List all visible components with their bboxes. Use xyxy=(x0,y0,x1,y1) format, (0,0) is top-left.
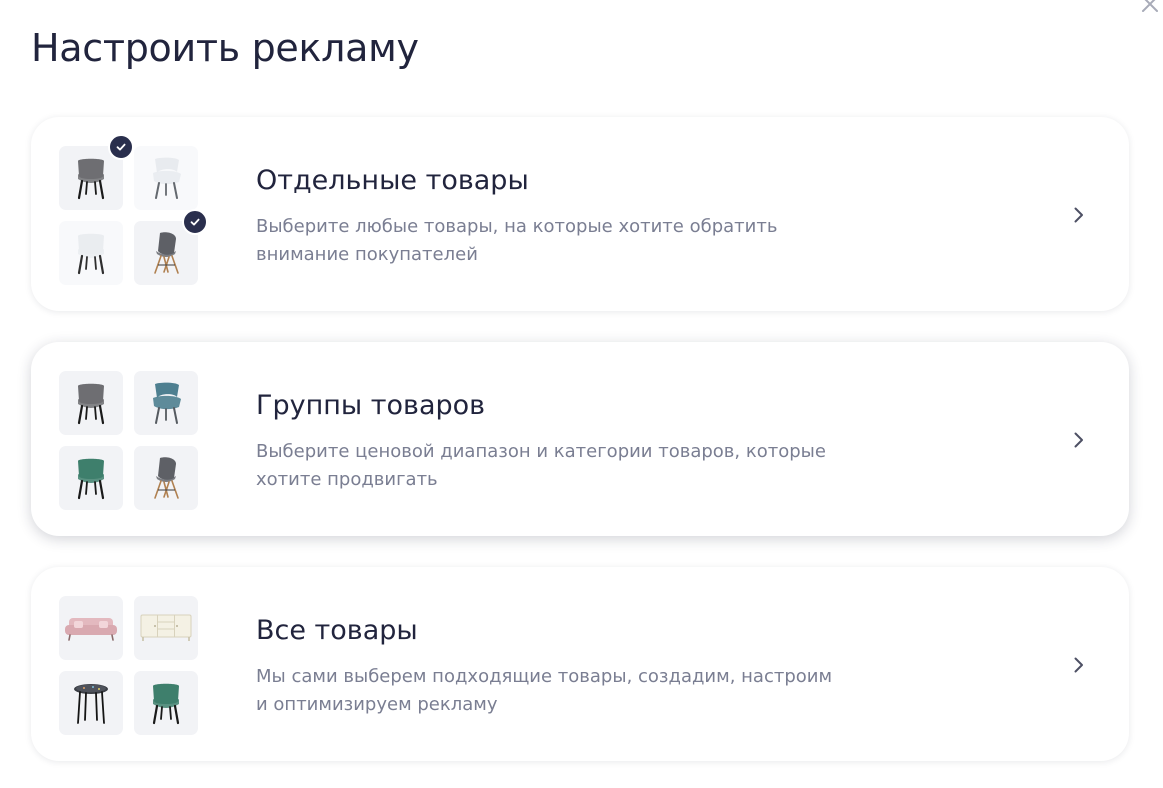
thumbnail-gray-eames-chair xyxy=(134,446,198,510)
thumbnail-blue-shell-chair xyxy=(134,371,198,435)
option-description: Мы сами выберем подходящие товары, созда… xyxy=(256,663,836,719)
chevron-right-icon xyxy=(1074,207,1083,223)
close-icon xyxy=(1142,0,1158,12)
thumbnail-white-armchair-chair xyxy=(59,221,123,285)
option-title: Отдельные товары xyxy=(256,165,529,196)
option-description-line: хотите продвигать xyxy=(256,469,438,490)
product-thumbnails xyxy=(59,134,208,286)
check-badge xyxy=(182,209,208,235)
chevron-right-icon xyxy=(1074,657,1083,673)
option-description-line: внимание покупателей xyxy=(256,244,478,265)
option-title: Все товары xyxy=(256,615,418,646)
close-button[interactable] xyxy=(1138,0,1162,16)
thumbnail-green-armchair-chair xyxy=(59,446,123,510)
page-title: Настроить рекламу xyxy=(31,26,419,70)
product-thumbnails xyxy=(59,596,199,736)
check-badge xyxy=(108,134,134,160)
thumbnail-pink-sofa xyxy=(59,596,123,660)
check-icon xyxy=(116,143,126,151)
check-icon xyxy=(190,218,200,226)
option-card-product-groups[interactable]: Группы товаров Выберите ценовой диапазон… xyxy=(31,342,1129,536)
thumbnail-round-table xyxy=(59,671,123,735)
option-title: Группы товаров xyxy=(256,390,486,421)
option-description: Выберите любые товары, на которые хотите… xyxy=(256,213,836,269)
option-description: Выберите ценовой диапазон и категории то… xyxy=(256,438,836,494)
thumbnail-white-sideboard xyxy=(134,596,198,660)
option-card-individual-products[interactable]: Отдельные товары Выберите любые товары, … xyxy=(31,117,1129,311)
option-description-line: Выберите ценовой диапазон и категории то… xyxy=(256,441,826,462)
chevron-right-icon xyxy=(1074,432,1083,448)
option-card-all-products[interactable]: Все товары Мы сами выберем подходящие то… xyxy=(31,567,1129,761)
option-description-line: и оптимизируем рекламу xyxy=(256,694,498,715)
thumbnail-gray-armchair-chair xyxy=(59,371,123,435)
thumbnail-green-armchair-chair xyxy=(134,671,198,735)
product-thumbnails xyxy=(59,371,199,511)
option-description-line: Мы сами выберем подходящие товары, созда… xyxy=(256,666,833,687)
option-description-line: Выберите любые товары, на которые хотите… xyxy=(256,216,778,237)
thumbnail-white-shell-chair xyxy=(134,146,198,210)
